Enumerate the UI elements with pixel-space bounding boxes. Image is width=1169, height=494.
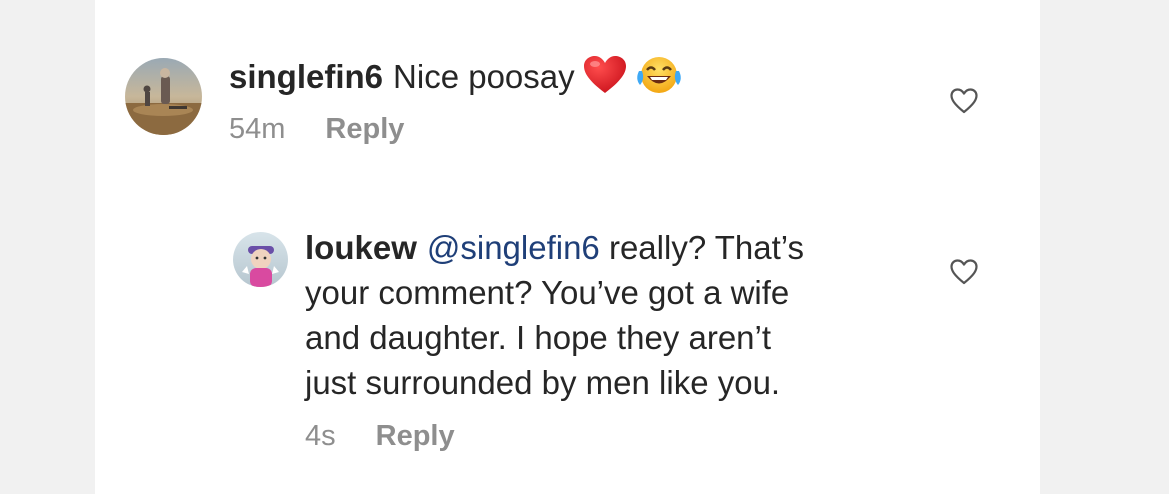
comment-singlefin6: singlefin6 Nice poosay 54m Reply — [125, 56, 683, 147]
comment-text: singlefin6 Nice poosay — [229, 54, 683, 99]
comment-message-line-3: and daughter. I hope they aren’t — [305, 319, 772, 356]
red-heart-emoji — [583, 55, 627, 95]
comment-message: Nice poosay — [393, 58, 575, 95]
comment-meta: 54m Reply — [229, 111, 683, 147]
comment-timestamp: 54m — [229, 113, 286, 146]
heart-icon[interactable] — [950, 88, 978, 114]
comment-loukew: loukew @singlefin6 really? That’s your co… — [233, 228, 804, 454]
mention-link[interactable]: @singlefin6 — [427, 229, 600, 266]
comment-timestamp: 4s — [305, 420, 336, 452]
tears-of-joy-emoji — [635, 55, 683, 95]
comments-panel: singlefin6 Nice poosay 54m Reply loukew … — [95, 0, 1040, 494]
avatar[interactable] — [125, 58, 202, 135]
username[interactable]: loukew — [305, 229, 417, 266]
comment-message-line-4: just surrounded by men like you. — [305, 364, 781, 401]
username[interactable]: singlefin6 — [229, 58, 383, 95]
heart-icon[interactable] — [950, 259, 978, 285]
comment-meta: 4s Reply — [305, 418, 804, 454]
comment-line: loukew @singlefin6 really? That’s — [305, 225, 804, 270]
reply-button[interactable]: Reply — [376, 418, 455, 454]
comment-text: loukew @singlefin6 really? That’s your co… — [305, 225, 804, 405]
comment-message-line-1: really? That’s — [599, 229, 805, 266]
avatar[interactable] — [233, 232, 288, 287]
comment-message-line-2: your comment? You’ve got a wife — [305, 274, 790, 311]
reply-button[interactable]: Reply — [325, 111, 404, 147]
